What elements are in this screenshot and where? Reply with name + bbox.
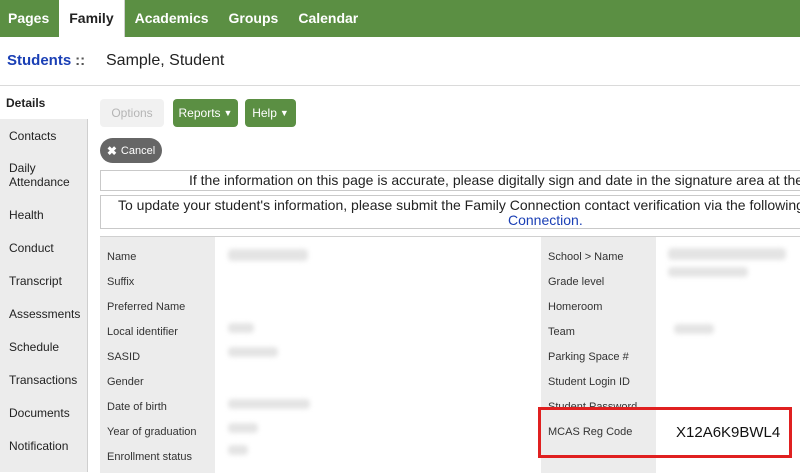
close-icon: ✖ [106, 143, 117, 158]
redacted-value [228, 445, 248, 455]
field-label-year-of-graduation: Year of graduation [107, 426, 197, 438]
sidebar-item-schedule[interactable]: Schedule [0, 330, 87, 363]
breadcrumb: Students:: [7, 52, 85, 69]
field-label-school-name: School > Name [548, 251, 624, 263]
redacted-value [674, 324, 714, 334]
highlight-box [538, 407, 792, 458]
redacted-value [228, 399, 310, 409]
redacted-value [228, 323, 254, 333]
field-label-grade-level: Grade level [548, 276, 605, 288]
top-nav: Pages Family Academics Groups Calendar [0, 0, 800, 37]
options-button[interactable]: Options [100, 99, 164, 127]
field-label-parking-space: Parking Space # [548, 351, 629, 363]
field-label-local-identifier: Local identifier [107, 326, 178, 338]
page-title: Sample, Student [106, 52, 225, 69]
sidebar-item-assessments[interactable]: Assessments [0, 297, 87, 330]
update-notice-text: To update your student's information, pl… [118, 197, 800, 213]
reports-button[interactable]: Reports ▼ [173, 99, 238, 127]
redacted-value [228, 423, 258, 433]
redacted-value [668, 267, 748, 277]
redacted-value [228, 249, 308, 261]
field-label-gender: Gender [107, 376, 144, 388]
caret-down-icon: ▼ [279, 108, 289, 118]
field-label-date-of-birth: Date of birth [107, 401, 167, 413]
sign-notice: If the information on this page is accur… [100, 170, 800, 191]
sidebar-item-details[interactable]: Details [0, 86, 88, 119]
breadcrumb-students-link[interactable]: Students [7, 52, 71, 69]
help-label: Help [252, 106, 277, 120]
update-notice: To update your student's information, pl… [100, 195, 800, 229]
tab-calendar[interactable]: Calendar [288, 0, 368, 37]
field-label-team: Team [548, 326, 575, 338]
options-label: Options [111, 106, 153, 120]
page-header: Students:: Sample, Student [0, 37, 800, 86]
tab-groups[interactable]: Groups [219, 0, 289, 37]
caret-down-icon: ▼ [223, 108, 233, 118]
reports-label: Reports [178, 106, 221, 120]
cancel-button[interactable]: ✖ Cancel [100, 138, 162, 163]
help-button[interactable]: Help ▼ [245, 99, 296, 127]
sidebar-item-transcript[interactable]: Transcript [0, 264, 87, 297]
field-label-student-login-id: Student Login ID [548, 376, 630, 388]
field-label-name: Name [107, 251, 137, 263]
sidebar-item-health[interactable]: Health [0, 198, 87, 231]
field-label-homeroom: Homeroom [548, 301, 603, 313]
sidebar-item-contacts[interactable]: Contacts [0, 119, 87, 152]
sidebar-item-daily-attendance[interactable]: Daily Attendance [0, 152, 87, 198]
breadcrumb-separator: :: [75, 52, 86, 69]
sidebar-item-documents[interactable]: Documents [0, 396, 87, 429]
tab-academics[interactable]: Academics [125, 0, 219, 37]
field-label-sasid: SASID [107, 351, 141, 363]
redacted-value [668, 248, 786, 260]
redacted-value [228, 347, 278, 357]
field-label-enrollment-status: Enrollment status [107, 451, 192, 463]
family-connection-link[interactable]: Connection. [101, 213, 800, 228]
tab-pages[interactable]: Pages [0, 0, 59, 37]
tab-family[interactable]: Family [59, 0, 125, 37]
cancel-label: Cancel [120, 144, 156, 157]
field-label-preferred-name: Preferred Name [107, 301, 186, 313]
sidebar-item-notification[interactable]: Notification [0, 429, 87, 462]
sidebar: Details Contacts Daily Attendance Health… [0, 86, 88, 472]
left-label-column: Name Suffix Preferred Name Local identif… [100, 237, 215, 473]
sidebar-item-transactions[interactable]: Transactions [0, 363, 87, 396]
sidebar-item-conduct[interactable]: Conduct [0, 231, 87, 264]
field-label-suffix: Suffix [107, 276, 135, 288]
